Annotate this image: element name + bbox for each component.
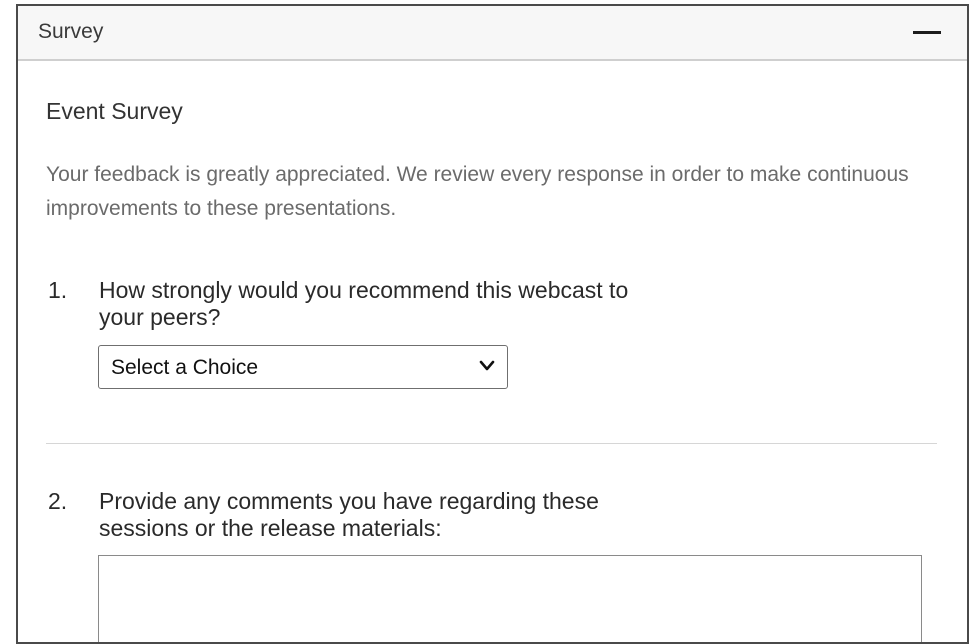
question-2-text-line2: sessions or the release materials: bbox=[99, 515, 442, 541]
panel-title: Survey bbox=[38, 20, 104, 43]
minus-icon bbox=[913, 31, 941, 34]
survey-title: Event Survey bbox=[46, 98, 183, 124]
recommend-select-value: Select a Choice bbox=[111, 356, 259, 379]
survey-panel: Survey Event Survey Your feedback is gre… bbox=[16, 4, 969, 644]
question-1-text-line2: your peers? bbox=[99, 304, 221, 330]
question-1-number: 1. bbox=[48, 277, 68, 303]
question-2-text: Provide any comments you have regarding … bbox=[99, 488, 599, 542]
collapse-button[interactable] bbox=[913, 22, 941, 44]
comments-textarea[interactable] bbox=[98, 555, 922, 642]
recommend-select[interactable]: Select a Choice bbox=[98, 345, 508, 389]
question-1-text: How strongly would you recommend this we… bbox=[99, 277, 628, 331]
panel-header: Survey bbox=[18, 6, 967, 61]
chevron-down-icon bbox=[479, 360, 495, 371]
question-1-text-line1: How strongly would you recommend this we… bbox=[99, 277, 629, 303]
question-divider bbox=[46, 443, 937, 444]
question-2-text-line1: Provide any comments you have regarding … bbox=[99, 488, 599, 514]
question-2-number: 2. bbox=[48, 488, 68, 514]
survey-intro: Your feedback is greatly appreciated. We… bbox=[46, 163, 909, 220]
